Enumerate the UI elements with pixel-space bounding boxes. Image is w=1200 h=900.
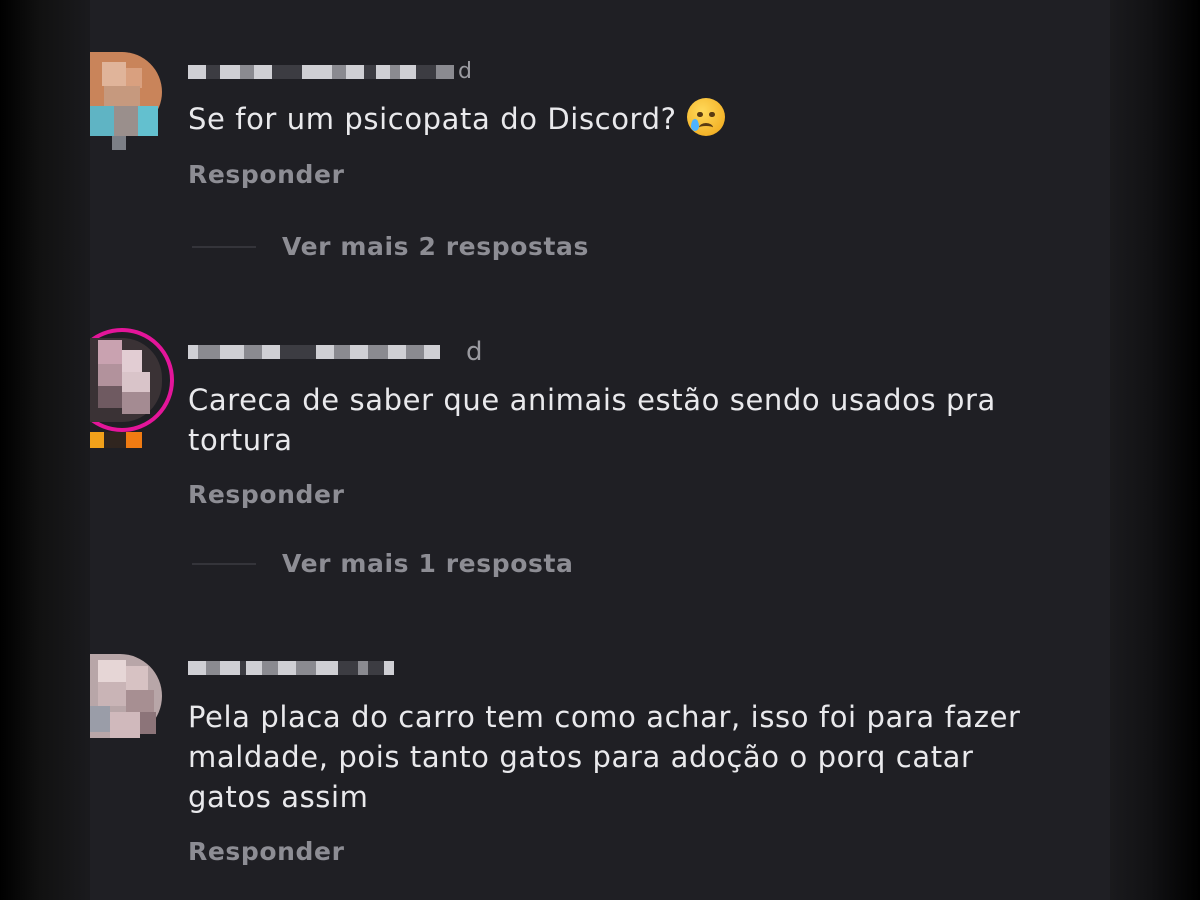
comment-text: Se for um psicopata do Discord? xyxy=(188,98,1088,139)
avatar[interactable] xyxy=(90,52,162,152)
avatar[interactable] xyxy=(90,654,162,746)
view-more-replies-button[interactable]: Ver mais 2 respostas xyxy=(192,232,589,261)
screen: d Se for um psicopata do Discord? Respon… xyxy=(0,0,1200,900)
username-redacted[interactable]: d xyxy=(188,60,472,84)
comment-time: d xyxy=(458,59,472,84)
username-redacted[interactable] xyxy=(188,656,394,680)
username-redacted[interactable]: d xyxy=(188,337,483,367)
replies-divider-line xyxy=(192,245,256,248)
comment-text: Careca de saber que animais estão sendo … xyxy=(188,383,996,457)
comment-time: d xyxy=(466,337,483,367)
view-more-replies-label: Ver mais 2 respostas xyxy=(282,232,589,261)
comment-text: Pela placa do carro tem como achar, isso… xyxy=(188,700,1021,814)
comments-panel: d Se for um psicopata do Discord? Respon… xyxy=(90,0,1110,900)
reply-button[interactable]: Responder xyxy=(188,480,345,509)
view-more-replies-button[interactable]: Ver mais 1 resposta xyxy=(192,549,573,578)
reply-button[interactable]: Responder xyxy=(188,160,345,189)
replies-divider-line xyxy=(192,562,256,565)
reply-button[interactable]: Responder xyxy=(188,837,345,866)
comment-text-content: Se for um psicopata do Discord? xyxy=(188,102,677,136)
crying-face-icon xyxy=(686,98,725,136)
view-more-replies-label: Ver mais 1 resposta xyxy=(282,549,574,578)
avatar[interactable] xyxy=(90,328,174,450)
